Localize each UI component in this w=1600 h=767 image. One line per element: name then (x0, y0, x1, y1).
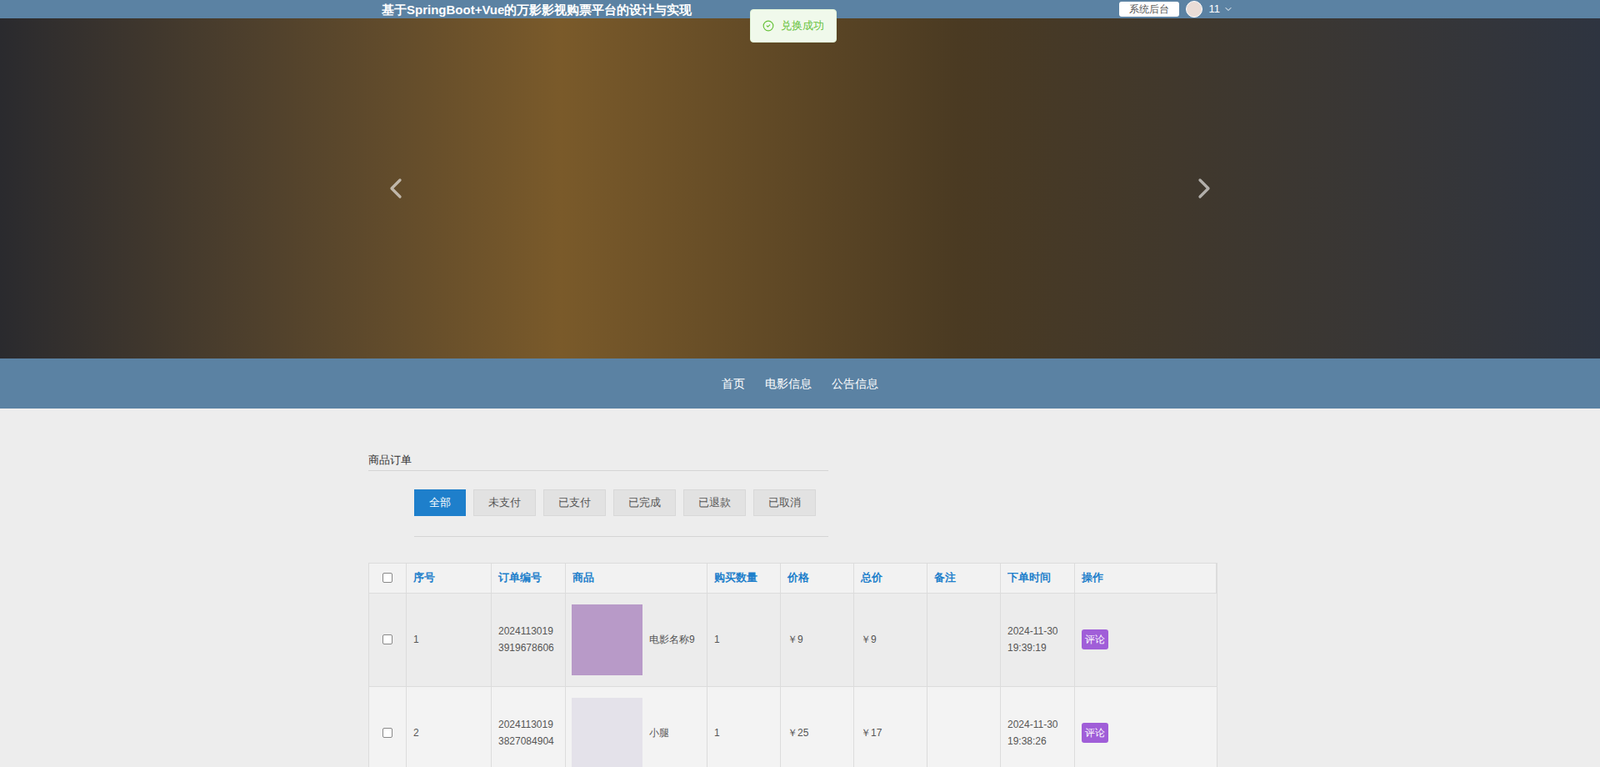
column-header: 下单时间 (1000, 563, 1075, 593)
tab[interactable]: 已取消 (753, 489, 816, 516)
prev-arrow-icon[interactable] (379, 171, 413, 205)
column-header: 购买数量 (707, 563, 781, 593)
column-header: 总价 (854, 563, 928, 593)
success-icon (762, 20, 775, 32)
column-header: 备注 (927, 563, 1001, 593)
tabs: 全部未支付已支付已完成已退款已取消 (414, 489, 829, 537)
comment-button[interactable]: 评论 (1081, 629, 1109, 650)
nav-bar: 首页 电影信息 公告信息 (0, 358, 1600, 409)
avatar-icon[interactable] (1185, 0, 1203, 18)
column-header: 操作 (1075, 563, 1217, 593)
column-header: 订单编号 (491, 563, 566, 593)
column-header: 序号 (406, 563, 492, 593)
tab[interactable]: 全部 (414, 489, 466, 516)
tab[interactable]: 已完成 (613, 489, 676, 516)
admin-button[interactable]: 系统后台 (1119, 1, 1180, 17)
section-title: 商品订单 (368, 451, 829, 471)
checkbox[interactable] (382, 634, 393, 645)
banner (0, 18, 1600, 359)
tab[interactable]: 已退款 (683, 489, 746, 516)
checkbox[interactable] (382, 572, 393, 583)
table-header: 序号订单编号商品购买数量价格总价备注下单时间操作 (369, 563, 1217, 593)
order-table: 序号订单编号商品购买数量价格总价备注下单时间操作1202411301939196… (368, 562, 1218, 767)
column-header: 商品 (565, 563, 708, 593)
product-name: 小腿 (649, 725, 670, 740)
table-row: 220241130193827084904小腿1￥25￥172024-11-30… (369, 685, 1217, 767)
nav-item[interactable]: 公告信息 (831, 375, 879, 393)
product-name: 电影名称9 (649, 631, 695, 647)
table-row: 120241130193919678606电影名称91￥9￥92024-11-3… (369, 592, 1217, 686)
product-image (571, 604, 643, 675)
nav-item[interactable]: 电影信息 (765, 375, 812, 393)
checkbox[interactable] (382, 727, 393, 738)
next-arrow-icon[interactable] (1187, 171, 1221, 205)
chevron-down-icon (1223, 4, 1234, 15)
column-header: 价格 (780, 563, 855, 593)
user-menu[interactable]: 11 (1209, 0, 1235, 18)
site-title: 基于SpringBoot+Vue的万影影视购票平台的设计与实现 (381, 3, 692, 16)
comment-button[interactable]: 评论 (1081, 722, 1109, 743)
toast: 兑换成功 (750, 9, 837, 43)
product-image (571, 697, 643, 767)
tab[interactable]: 未支付 (473, 489, 536, 516)
page: 基于SpringBoot+Vue的万影影视购票平台的设计与实现 系统后台 11 兑换成… (0, 0, 1600, 767)
content: 商品订单全部未支付已支付已完成已退款已取消序号订单编号商品购买数量价格总价备注下… (368, 408, 1218, 767)
nav-item[interactable]: 首页 (721, 375, 745, 393)
tab[interactable]: 已支付 (543, 489, 606, 516)
